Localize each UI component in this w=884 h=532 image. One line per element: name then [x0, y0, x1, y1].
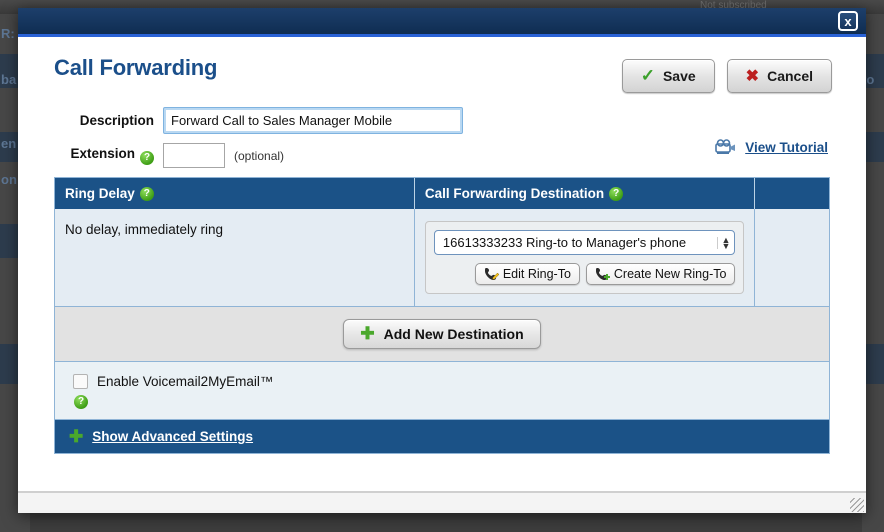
show-advanced-settings-label: Show Advanced Settings: [92, 429, 253, 444]
dialog-header: Call Forwarding ✓ Save ✖ Cancel: [38, 37, 846, 93]
view-tutorial-link[interactable]: View Tutorial: [715, 139, 828, 156]
extension-row: Extension? (optional): [54, 143, 830, 168]
extension-input[interactable]: [163, 143, 225, 168]
background-word: en: [1, 136, 16, 151]
edit-ring-to-button[interactable]: Edit Ring-To: [475, 263, 580, 285]
column-header-destination-label: Call Forwarding Destination: [425, 186, 604, 201]
table-header-row: Ring Delay ? Call Forwarding Destination…: [55, 178, 829, 209]
cancel-button-label: Cancel: [767, 68, 813, 84]
column-header-destination: Call Forwarding Destination ?: [415, 178, 756, 209]
voicemail-line: Enable Voicemail2MyEmail™: [73, 374, 829, 389]
view-tutorial-label: View Tutorial: [745, 140, 828, 155]
add-new-destination-button[interactable]: ✚ Add New Destination: [343, 319, 540, 349]
stepper-icon[interactable]: ▲ ▼: [717, 237, 731, 249]
edit-ring-to-label: Edit Ring-To: [503, 267, 571, 281]
ring-to-select-value: 16613333233 Ring-to to Manager's phone: [443, 235, 686, 250]
voicemail-row: Enable Voicemail2MyEmail™ ?: [55, 362, 829, 420]
ring-to-select[interactable]: 16613333233 Ring-to to Manager's phone ▲…: [434, 230, 736, 255]
add-destination-row: ✚ Add New Destination: [55, 307, 829, 362]
cross-icon: ✖: [746, 66, 759, 86]
column-header-actions: [755, 178, 829, 209]
extension-label: Extension?: [54, 146, 154, 165]
stepper-down-icon: ▼: [722, 243, 731, 249]
plus-icon: ✚: [360, 328, 374, 340]
enable-voicemail-label: Enable Voicemail2MyEmail™: [97, 374, 273, 389]
cell-ring-delay: No delay, immediately ring: [55, 209, 415, 306]
save-button[interactable]: ✓ Save: [622, 59, 715, 93]
destination-buttons: Edit Ring-To Create New Ring-To: [434, 263, 736, 285]
call-forwarding-dialog: x Call Forwarding ✓ Save ✖ Cancel Descri…: [18, 8, 866, 513]
description-input[interactable]: [163, 107, 463, 134]
extension-optional-note: (optional): [234, 149, 284, 163]
background-word: on: [1, 172, 17, 187]
create-ring-to-label: Create New Ring-To: [614, 267, 727, 281]
forwarding-table: Ring Delay ? Call Forwarding Destination…: [54, 177, 830, 454]
extension-label-text: Extension: [70, 146, 135, 161]
description-row: Description: [54, 107, 830, 134]
phone-add-icon: [595, 267, 610, 281]
ring-delay-value: No delay, immediately ring: [65, 222, 223, 237]
destination-panel: 16613333233 Ring-to to Manager's phone ▲…: [425, 221, 745, 294]
cell-destination: 16613333233 Ring-to to Manager's phone ▲…: [415, 209, 756, 306]
phone-edit-icon: [484, 267, 499, 281]
dialog-titlebar: x: [18, 8, 866, 37]
background-word: ba: [1, 72, 16, 87]
dialog-statusbar: [18, 491, 866, 513]
background-word: R:: [1, 26, 15, 41]
cell-actions: [755, 209, 829, 306]
page-title: Call Forwarding: [54, 55, 217, 81]
help-icon[interactable]: ?: [140, 187, 154, 201]
show-advanced-settings-bar[interactable]: ✚ Show Advanced Settings: [55, 420, 829, 453]
help-icon[interactable]: ?: [140, 151, 154, 165]
column-header-ring-delay: Ring Delay ?: [55, 178, 415, 209]
table-row: No delay, immediately ring 16613333233 R…: [55, 209, 829, 307]
add-new-destination-label: Add New Destination: [384, 326, 524, 342]
plus-icon: ✚: [69, 431, 83, 443]
check-icon: ✓: [641, 66, 655, 86]
enable-voicemail-checkbox[interactable]: [73, 374, 88, 389]
resize-grip-icon[interactable]: [850, 498, 864, 512]
save-button-label: Save: [663, 68, 696, 84]
cancel-button[interactable]: ✖ Cancel: [727, 59, 832, 93]
header-actions: ✓ Save ✖ Cancel: [622, 59, 832, 93]
column-header-ring-delay-label: Ring Delay: [65, 186, 135, 201]
dialog-body: Call Forwarding ✓ Save ✖ Cancel Descript…: [18, 37, 866, 513]
form-area: Description Extension? (optional) V: [38, 93, 846, 168]
help-icon[interactable]: ?: [74, 395, 88, 409]
video-camera-icon: [715, 139, 739, 156]
help-icon[interactable]: ?: [609, 187, 623, 201]
description-label: Description: [54, 113, 154, 128]
close-icon[interactable]: x: [838, 11, 858, 31]
create-ring-to-button[interactable]: Create New Ring-To: [586, 263, 736, 285]
